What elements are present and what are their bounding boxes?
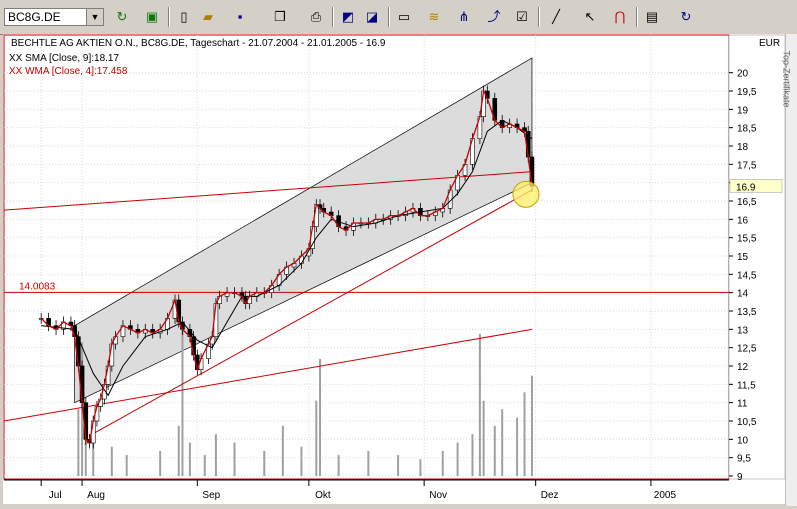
volume-bar-29 xyxy=(516,417,519,476)
x-tick-label-0: Jul xyxy=(49,490,62,501)
volume-bar-5 xyxy=(125,455,128,476)
horizontal-line-label: 14.0083 xyxy=(19,281,56,292)
y-tick-label-5: 11,5 xyxy=(737,380,756,391)
volume-bar-9 xyxy=(188,442,191,476)
volume-bar-18 xyxy=(337,455,340,476)
y-tick-label-21: 19,5 xyxy=(737,87,757,98)
y-tick-label-7: 12,5 xyxy=(737,344,757,355)
symbol-value: BC8G.DE xyxy=(8,10,61,24)
volume-bar-24 xyxy=(471,434,474,476)
y-tick-label-19: 18,5 xyxy=(737,124,757,135)
magnet-icon[interactable]: ⋂ xyxy=(610,8,630,26)
volume-bar-13 xyxy=(263,450,266,476)
side-panel[interactable]: Top-Zertifikate xyxy=(781,34,797,506)
cursor-icon[interactable]: ↖ xyxy=(580,8,600,26)
redo-icon[interactable]: ↻ xyxy=(676,8,696,26)
y-tick-label-10: 14 xyxy=(737,289,749,300)
x-tick-label-2: Sep xyxy=(202,490,220,501)
copy-icon[interactable]: ❐ xyxy=(270,8,290,26)
y-tick-label-13: 15,5 xyxy=(737,234,757,245)
recalc-icon[interactable]: ▣ xyxy=(142,8,162,26)
y-tick-label-0: 9 xyxy=(737,472,743,483)
chart-window-icon[interactable]: ◩ xyxy=(338,8,358,26)
x-tick-label-5: Dez xyxy=(541,490,559,501)
x-tick-label-1: Aug xyxy=(87,490,105,501)
y-tick-label-15: 16,5 xyxy=(737,197,757,208)
price-chart[interactable]: 9 9,5 10 10,5 11 11,5 12 12,5 13 13,5 14 14,5 15 15,5… xyxy=(3,34,786,504)
volume-bar-0 xyxy=(77,409,80,476)
volume-bar-20 xyxy=(397,455,400,476)
volume-bar-12 xyxy=(233,442,236,476)
y-tick-label-1: 9,5 xyxy=(737,454,751,465)
legend-sma: XX SMA [Close, 9]:18.17 xyxy=(9,53,119,64)
volume-bar-31 xyxy=(530,375,533,476)
volume-bar-27 xyxy=(493,425,496,476)
volume-bar-14 xyxy=(281,425,284,476)
new-icon[interactable]: ▯ xyxy=(174,8,194,26)
properties-icon[interactable]: ▤ xyxy=(642,8,662,26)
y-tick-label-3: 10,5 xyxy=(737,417,757,428)
y-tick-label-8: 13 xyxy=(737,325,749,336)
chart-area[interactable]: 9 9,5 10 10,5 11 11,5 12 12,5 13 13,5 14 14,5 15 15,5… xyxy=(3,34,793,504)
volume-bar-25 xyxy=(478,333,481,476)
settings-icon[interactable]: ☑ xyxy=(512,8,532,26)
chart-window2-icon[interactable]: ◪ xyxy=(362,8,382,26)
volume-bar-21 xyxy=(419,459,422,476)
open-icon[interactable]: ▰ xyxy=(198,8,218,26)
volume-bar-22 xyxy=(441,450,444,476)
trend-icon[interactable]: ⤴ xyxy=(484,8,504,26)
bar-type-icon[interactable]: ▭ xyxy=(394,8,414,26)
y-tick-label-14: 16 xyxy=(737,215,749,226)
y-tick-label-9: 13,5 xyxy=(737,307,757,318)
x-axis-ticks: Jul Aug Sep Okt Nov Dez 2005 xyxy=(4,479,729,501)
volume-bar-16 xyxy=(315,400,318,476)
x-tick-label-4: Nov xyxy=(429,490,447,501)
volume-bar-30 xyxy=(523,392,526,476)
y-tick-label-17: 17,5 xyxy=(737,160,757,171)
volume-bar-26 xyxy=(482,400,485,476)
last-price-marker: 16.9 xyxy=(729,179,783,193)
legend-wma: XX WMA [Close, 4]:17.458 xyxy=(9,66,128,77)
volume-bar-11 xyxy=(214,434,217,476)
y-tick-label-11: 14,5 xyxy=(737,270,757,281)
y-tick-label-22: 20 xyxy=(737,69,749,80)
crosshair-marker xyxy=(512,180,540,208)
save-icon[interactable]: ▪ xyxy=(230,8,250,26)
y-tick-label-18: 18 xyxy=(737,142,749,153)
y-tick-label-2: 10 xyxy=(737,435,749,446)
refresh-icon[interactable]: ↻ xyxy=(112,8,132,26)
y-tick-label-12: 15 xyxy=(737,252,749,263)
x-tick-label-6: 2005 xyxy=(654,490,677,501)
last-price-value: 16.9 xyxy=(736,182,756,193)
y-tick-label-20: 19 xyxy=(737,105,749,116)
print-icon[interactable]: ⎙ xyxy=(306,8,326,26)
drawing-icon[interactable]: ⋔ xyxy=(454,8,474,26)
volume-bar-10 xyxy=(203,455,206,476)
volume-bar-28 xyxy=(501,409,504,476)
volume-bar-15 xyxy=(300,446,303,476)
chevron-down-icon[interactable]: ▼ xyxy=(86,9,103,25)
toolbar: BC8G.DE ▼ ↻ ▣ ▯ ▰ ▪ ❐ ⎙ ◩ ◪ ▭ ≋ ⋔ ⤴ ☑ ╱ … xyxy=(0,0,797,35)
volume-bar-6 xyxy=(159,450,162,476)
indicator-icon[interactable]: ≋ xyxy=(424,8,444,26)
currency-label: EUR xyxy=(759,38,780,49)
volume-bar-19 xyxy=(367,450,370,476)
y-tick-label-6: 12 xyxy=(737,362,749,373)
y-tick-label-4: 11 xyxy=(737,399,748,410)
volume-bar-23 xyxy=(456,442,459,476)
symbol-selector[interactable]: BC8G.DE ▼ xyxy=(4,8,104,26)
line-tool-icon[interactable]: ╱ xyxy=(546,8,566,26)
volume-bar-7 xyxy=(177,425,180,476)
x-tick-label-3: Okt xyxy=(315,490,331,501)
side-label: Top-Zertifikate xyxy=(781,50,792,108)
volume-bar-4 xyxy=(110,446,113,476)
volume-bar-17 xyxy=(319,358,322,476)
chart-title: BECHTLE AG AKTIEN O.N., BC8G.DE, Tagesch… xyxy=(11,38,386,49)
volume-bar-8 xyxy=(181,325,184,476)
